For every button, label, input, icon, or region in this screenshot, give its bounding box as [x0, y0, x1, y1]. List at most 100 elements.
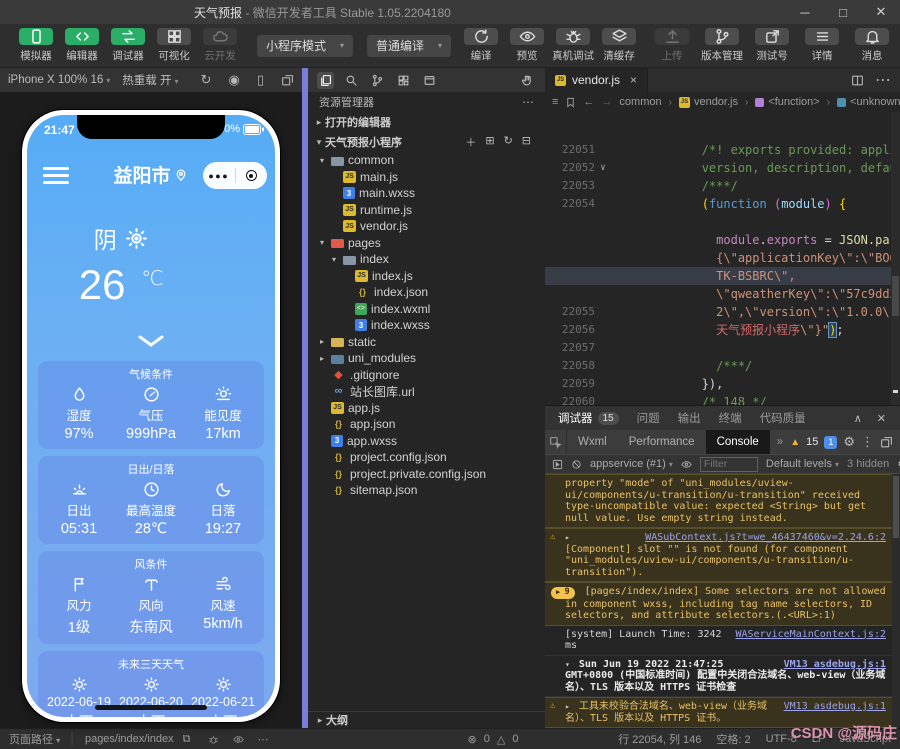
devtools-tab[interactable]: Wxml — [567, 430, 618, 454]
fold-icon[interactable] — [595, 285, 611, 303]
popout-icon[interactable] — [880, 436, 893, 449]
console-message[interactable]: VM13 asdebug.js:1 ▾ Sun Jun 19 2022 21:4… — [545, 656, 900, 698]
tree-item[interactable]: ▸ uni_modules — [308, 350, 545, 367]
compile-select[interactable]: 普通编译 ▾ — [367, 35, 451, 57]
record-icon[interactable]: ◉ — [229, 72, 240, 88]
action-button[interactable]: 预览 — [504, 28, 550, 63]
inspect-element-icon[interactable] — [545, 430, 567, 454]
fold-icon[interactable]: ∨ — [595, 159, 611, 177]
clear-console-icon[interactable] — [571, 459, 582, 470]
device-frame-icon[interactable]: ▯ — [257, 72, 264, 88]
project-section[interactable]: ▾ 天气预报小程序 ＋ ⊞ ↻ ⊟ — [308, 132, 545, 152]
expand-caret-icon[interactable]: ▸ — [565, 533, 570, 542]
cursor-position[interactable]: 行 22054, 列 146 — [618, 731, 701, 747]
new-file-icon[interactable]: ＋ — [465, 134, 476, 150]
kebab-menu-icon[interactable]: ⋮ — [861, 434, 874, 450]
console-message[interactable]: 9 [pages/index/index] Some selectors are… — [545, 582, 900, 626]
capsule-button[interactable]: ●●● — [203, 162, 267, 189]
tree-item[interactable]: main.js — [308, 169, 545, 186]
rotate-icon[interactable]: ↻ — [201, 72, 212, 88]
devtools-tab[interactable]: Performance — [618, 430, 706, 454]
toolbar-right-button[interactable]: 消息 — [849, 28, 895, 63]
maximize-icon[interactable]: □ — [824, 5, 862, 20]
breadcrumb-item[interactable]: JSvendor.js — [679, 96, 738, 108]
tree-item[interactable]: ▾ index — [308, 251, 545, 268]
tree-item[interactable]: index.wxss — [308, 317, 545, 334]
outline-list-icon[interactable]: ≡ — [552, 96, 558, 108]
more-actions-icon[interactable]: ⋯ — [522, 95, 534, 109]
hot-reload-select[interactable]: 热重载 开▾ — [122, 72, 178, 88]
debug-icon[interactable] — [208, 734, 219, 745]
console-scrollbar[interactable] — [892, 474, 900, 728]
tree-item[interactable]: index.wxml — [308, 301, 545, 318]
fold-icon[interactable] — [595, 123, 611, 141]
tree-item[interactable]: ▾ common — [308, 152, 545, 169]
tree-item[interactable]: ▾ pages — [308, 235, 545, 252]
toolbar-right-button[interactable]: 上传 — [649, 28, 695, 63]
eval-context-icon[interactable] — [552, 459, 563, 470]
fold-icon[interactable] — [595, 195, 611, 213]
window-icon[interactable] — [421, 72, 438, 89]
action-button[interactable]: 真机调试 — [550, 28, 596, 63]
mode-button[interactable]: 调试器 — [105, 28, 151, 63]
info-count-badge[interactable]: 1 — [824, 436, 837, 449]
new-folder-icon[interactable]: ⊞ — [485, 134, 494, 150]
console-message[interactable]: WAServiceMainContext.js:2 [system] Launc… — [545, 626, 900, 656]
tree-item[interactable]: main.wxss — [308, 185, 545, 202]
hand-icon[interactable] — [519, 72, 536, 89]
fold-icon[interactable] — [595, 339, 611, 357]
copy-icon[interactable]: ⧉ — [183, 733, 191, 746]
fold-icon[interactable] — [595, 249, 611, 267]
console-message[interactable]: property "mode" of "uni_modules/uview-ui… — [545, 474, 900, 528]
source-link[interactable]: VM13 asdebug.js:1 — [784, 701, 886, 713]
warning-count[interactable]: 15 — [806, 436, 818, 448]
code-editor[interactable]: /*! exports provided: applicationKey, qw… — [545, 112, 900, 405]
outline-section[interactable]: ▸ 大纲 — [308, 711, 545, 728]
fold-icon[interactable] — [595, 321, 611, 339]
hamburger-menu-icon[interactable] — [43, 167, 69, 188]
collapse-all-icon[interactable]: ⊟ — [522, 134, 531, 150]
open-editors-section[interactable]: ▸ 打开的编辑器 — [308, 112, 545, 132]
fold-icon[interactable] — [595, 231, 611, 249]
tree-item[interactable]: app.json — [308, 416, 545, 433]
split-editor-icon[interactable] — [851, 74, 864, 87]
debugger-tab[interactable]: 问题 — [628, 410, 669, 426]
tree-item[interactable]: .gitignore — [308, 367, 545, 384]
action-button[interactable]: 编译 — [458, 28, 504, 63]
breadcrumb-item[interactable]: <function> — [755, 96, 819, 108]
tree-item[interactable]: runtime.js — [308, 202, 545, 219]
git-branch-icon[interactable] — [369, 72, 386, 89]
refresh-icon[interactable]: ↻ — [504, 134, 513, 150]
back-icon[interactable]: ← — [583, 96, 594, 108]
debugger-tab[interactable]: 输出 — [669, 410, 710, 426]
source-link[interactable]: VM13 asdebug.js:1 — [784, 659, 886, 671]
minimize-icon[interactable]: ─ — [786, 5, 824, 20]
live-expression-eye-icon[interactable] — [681, 459, 692, 470]
fold-icon[interactable] — [595, 357, 611, 375]
fold-icon[interactable] — [595, 112, 611, 123]
devtools-tab[interactable]: Console — [706, 430, 770, 454]
tree-item[interactable]: sitemap.json — [308, 482, 545, 499]
expand-caret-icon[interactable]: ▸ — [565, 702, 570, 711]
tree-item[interactable]: app.wxss — [308, 433, 545, 450]
editor-tab[interactable]: JS vendor.js × — [545, 68, 648, 92]
page-path[interactable]: pages/index/index — [85, 733, 174, 745]
expand-chevron-icon[interactable] — [137, 335, 165, 347]
fold-icon[interactable] — [595, 213, 611, 231]
action-button[interactable]: 清缓存 — [596, 28, 642, 63]
gear-icon[interactable]: ⚙ — [843, 434, 855, 450]
close-icon[interactable]: ✕ — [862, 4, 900, 20]
fold-icon[interactable] — [595, 375, 611, 393]
debugger-tab[interactable]: 代码质量 — [751, 410, 815, 426]
debugger-tab[interactable]: 调试器 15 — [549, 410, 628, 426]
eye-icon[interactable] — [233, 734, 244, 745]
breadcrumb-item[interactable]: common — [619, 96, 661, 108]
source-link[interactable]: WAServiceMainContext.js:2 — [735, 629, 886, 641]
console-filter-input[interactable] — [700, 457, 758, 472]
tree-item[interactable]: index.js — [308, 268, 545, 285]
tree-item[interactable]: index.json — [308, 284, 545, 301]
source-link[interactable]: WASubContext.js?t=we_46437460&v=2.24.6:2 — [645, 532, 886, 544]
close-panel-icon[interactable]: ✕ — [877, 412, 886, 425]
fold-icon[interactable] — [595, 141, 611, 159]
tree-item[interactable]: project.private.config.json — [308, 466, 545, 483]
